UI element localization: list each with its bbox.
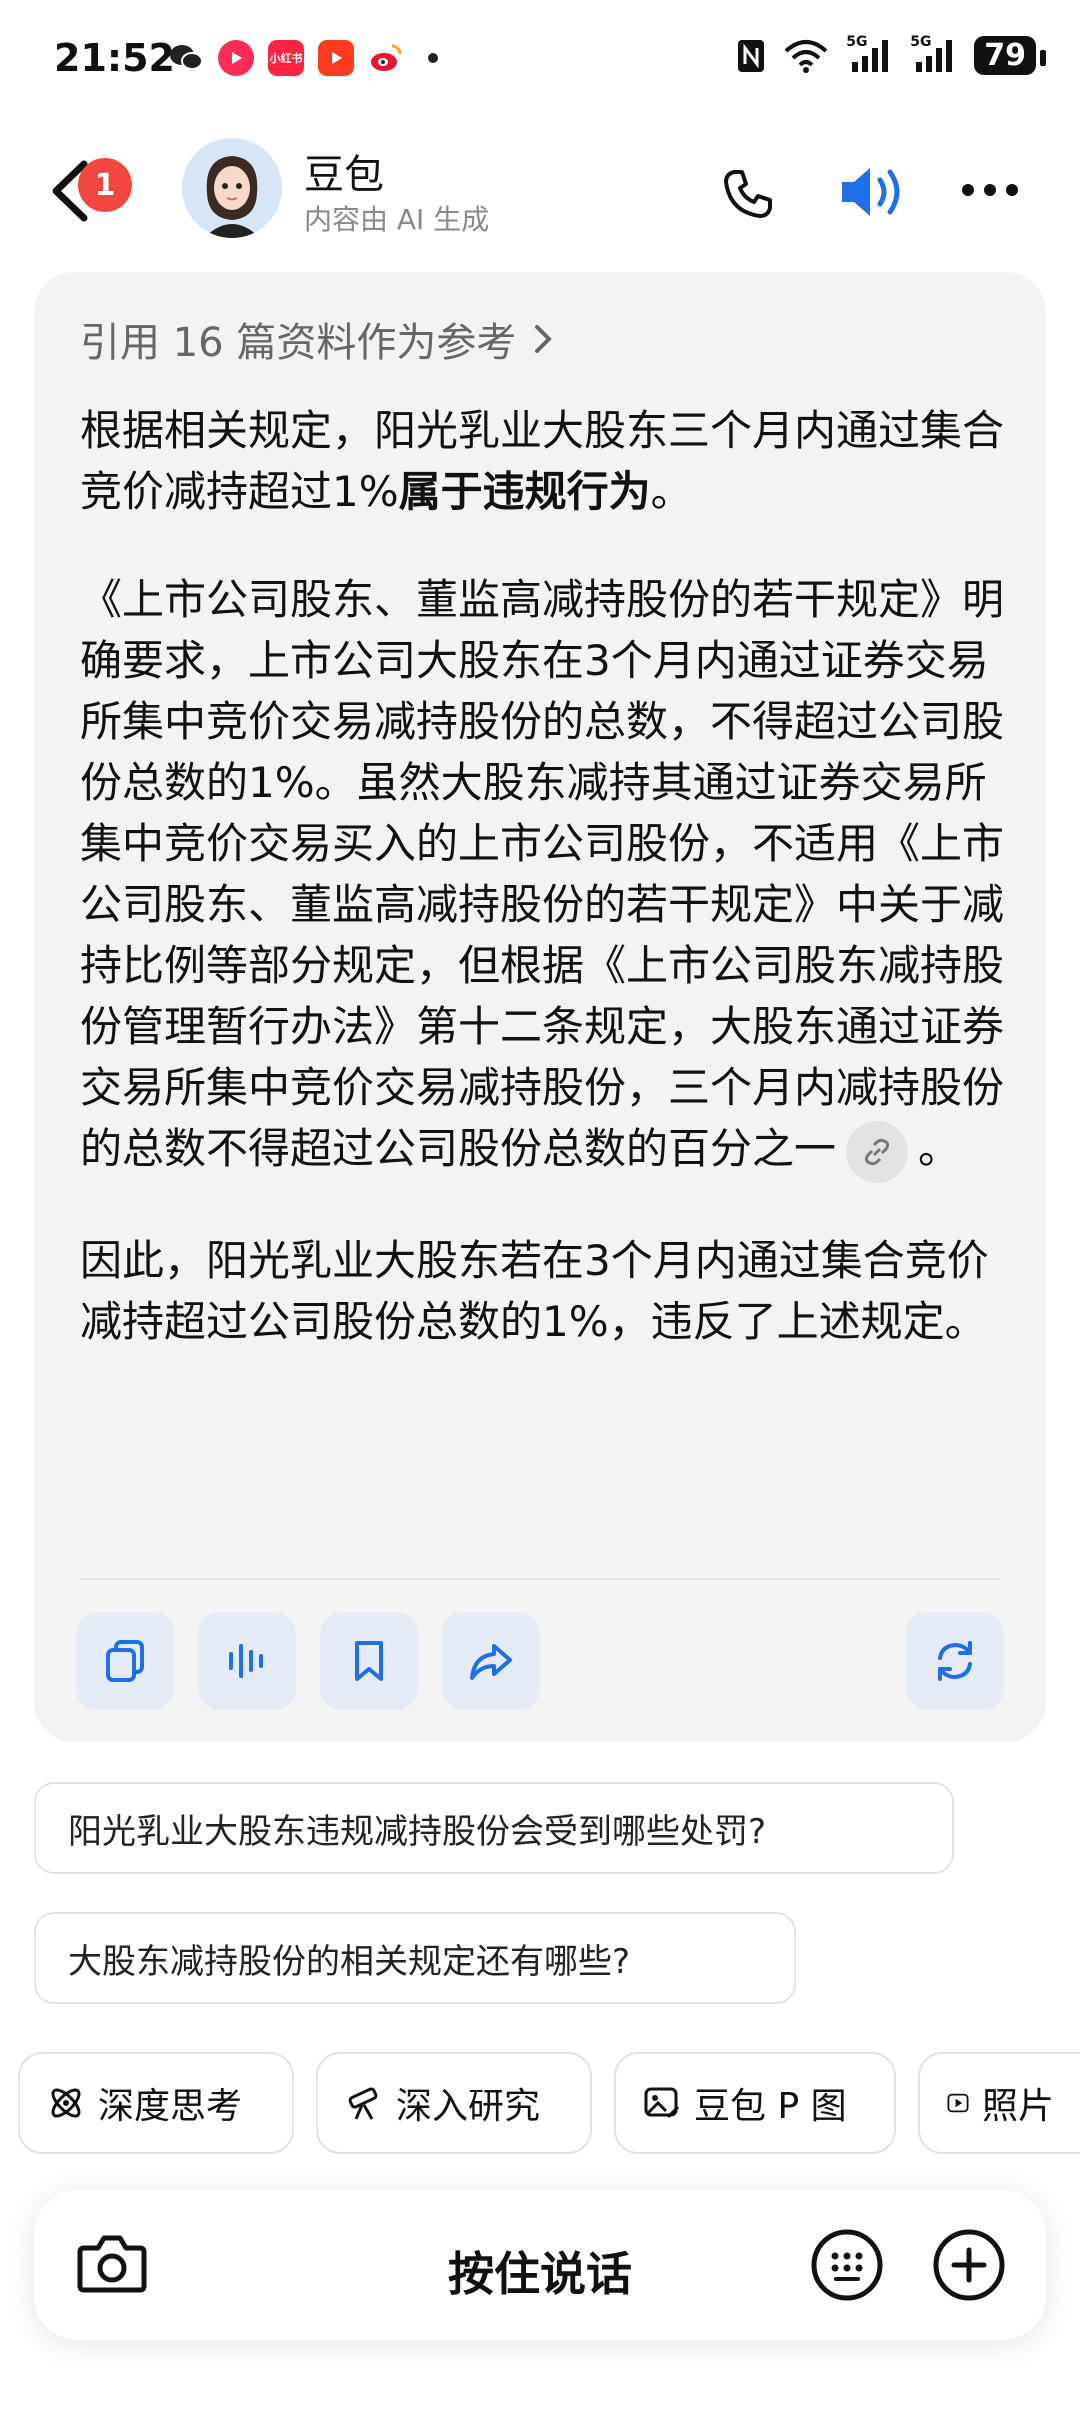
xiaohongshu-label: 小红书: [269, 52, 303, 65]
atom-icon: [51, 2088, 81, 2118]
keyboard-icon[interactable]: [810, 2228, 884, 2302]
red-play-icon: [218, 40, 254, 76]
input-bar: 按住说话: [34, 2190, 1046, 2340]
signal-1: 5G: [846, 34, 892, 74]
status-right: 5G 5G 79: [736, 34, 1046, 75]
copy-icon: [106, 1640, 144, 1682]
image-edit-icon: [644, 2087, 680, 2119]
bold-conclusion: 属于违规行为: [398, 467, 651, 516]
status-time: 21:52: [54, 36, 175, 80]
message-actions: [76, 1612, 1004, 1710]
read-aloud-button[interactable]: [198, 1612, 296, 1710]
more-menu-icon[interactable]: [960, 180, 1020, 200]
share-button[interactable]: [442, 1612, 540, 1710]
telescope-icon: [348, 2087, 378, 2120]
tool-deep-thinking[interactable]: 深度思考: [18, 2052, 294, 2154]
wifi-icon: [784, 39, 828, 73]
chat-header: 1 豆包 内容由 AI 生成: [0, 130, 1080, 250]
youtube-icon: [318, 40, 354, 76]
message-paragraph: 根据相关规定，阳光乳业大股东三个月内通过集合竞价减持超过1%属于违规行为。: [80, 406, 1005, 516]
phone-icon[interactable]: [720, 166, 776, 222]
tool-image-edit[interactable]: 豆包 P 图: [614, 2052, 896, 2154]
ai-message-card: 引用 16 篇资料作为参考 根据相关规定，阳光乳业大股东三个月内通过集合竞价减持…: [34, 272, 1046, 1742]
message-paragraph: 《上市公司股东、董监高减持股份的若干规定》明确要求，上市公司大股东在3个月内通过…: [80, 569, 1010, 1183]
hold-to-talk-button[interactable]: 按住说话: [34, 2238, 1046, 2304]
signal-2: 5G: [910, 34, 956, 74]
message-paragraph: 因此，阳光乳业大股东若在3个月内通过集合竞价减持超过公司股份总数的1%，违反了上…: [80, 1235, 989, 1346]
copy-button[interactable]: [76, 1612, 174, 1710]
message-body: 根据相关规定，阳光乳业大股东三个月内通过集合竞价减持超过1%属于违规行为。 《上…: [80, 400, 1010, 1399]
battery-indicator: 79: [974, 36, 1046, 75]
notification-icons: 小红书: [168, 40, 438, 76]
bookmark-icon: [355, 1641, 383, 1681]
unread-badge: 1: [78, 158, 132, 212]
citation-link-icon[interactable]: [846, 1120, 909, 1183]
references-label: 引用 16 篇资料作为参考: [80, 320, 517, 366]
regenerate-button[interactable]: [906, 1612, 1004, 1710]
video-icon: [947, 2093, 969, 2113]
status-bar: 21:52 小红书 5G 5G 79: [0, 0, 1080, 120]
speaker-icon[interactable]: [838, 162, 908, 222]
nfc-icon: [738, 39, 765, 72]
tool-photo-video[interactable]: 照片: [918, 2052, 1080, 2154]
references-link[interactable]: 引用 16 篇资料作为参考: [80, 310, 554, 368]
share-icon: [470, 1644, 512, 1680]
bookmark-button[interactable]: [320, 1612, 418, 1710]
xiaohongshu-icon: 小红书: [268, 40, 304, 76]
weibo-icon: [368, 40, 404, 76]
bot-name: 豆包: [304, 152, 384, 198]
suggested-question[interactable]: 大股东减持股份的相关规定还有哪些?: [34, 1912, 796, 2004]
more-notifications-dot: [428, 53, 438, 63]
refresh-icon: [938, 1641, 972, 1681]
ai-generated-note: 内容由 AI 生成: [304, 203, 490, 236]
bot-avatar[interactable]: [182, 138, 282, 238]
wechat-icon: [168, 40, 204, 76]
chevron-right-icon: [535, 325, 553, 353]
plus-icon[interactable]: [932, 2228, 1006, 2302]
suggested-question[interactable]: 阳光乳业大股东违规减持股份会受到哪些处罚?: [34, 1782, 954, 1874]
divider: [80, 1578, 1000, 1580]
voice-wave-icon: [229, 1644, 263, 1678]
tool-deep-research[interactable]: 深入研究: [316, 2052, 592, 2154]
